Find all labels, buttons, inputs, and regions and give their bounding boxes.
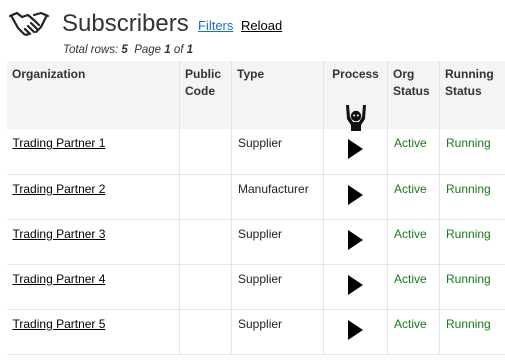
- column-header-public-code[interactable]: Public Code: [179, 61, 232, 129]
- running-status-cell: Running: [439, 264, 505, 310]
- process-cell: [323, 129, 388, 175]
- organization-cell: Trading Partner 2: [6, 174, 180, 220]
- table-row: Trading Partner 5 Supplier Active Runnin…: [6, 309, 505, 355]
- page-label: Page: [134, 44, 162, 56]
- organization-link[interactable]: Trading Partner 5: [13, 317, 106, 331]
- process-cell: [323, 309, 388, 355]
- filters-link[interactable]: Filters: [198, 18, 233, 33]
- running-status-cell: Running: [439, 309, 505, 355]
- process-cell: [323, 219, 388, 265]
- public-code-cell: [179, 129, 232, 175]
- table-row: Trading Partner 1 Supplier Active Runnin…: [6, 129, 505, 175]
- column-header-process-label: Process: [332, 67, 379, 81]
- page-title: Subscribers: [62, 10, 189, 37]
- column-header-running-status[interactable]: Running Status: [439, 61, 505, 129]
- column-header-org-status[interactable]: Org Status: [387, 61, 440, 129]
- subscribers-table: Organization Public Code Type Process Or…: [6, 61, 505, 355]
- person-hands-up-icon: [345, 105, 366, 131]
- process-cell: [323, 174, 388, 220]
- organization-link[interactable]: Trading Partner 2: [13, 182, 106, 196]
- total-rows-value: 5: [121, 44, 128, 56]
- reload-link[interactable]: Reload: [241, 18, 282, 33]
- table-row: Trading Partner 3 Supplier Active Runnin…: [6, 219, 505, 265]
- page-header: Subscribers Filters Reload: [8, 6, 498, 46]
- play-icon[interactable]: [348, 274, 363, 295]
- play-icon[interactable]: [348, 184, 363, 205]
- type-cell: Supplier: [231, 264, 324, 310]
- public-code-cell: [179, 219, 232, 265]
- organization-link[interactable]: Trading Partner 1: [13, 136, 106, 150]
- table-header-row: Organization Public Code Type Process Or…: [6, 61, 505, 131]
- running-status-cell: Running: [439, 129, 505, 175]
- page-total: 1: [186, 44, 194, 56]
- organization-cell: Trading Partner 5: [6, 309, 180, 355]
- org-status-cell: Active: [387, 264, 440, 310]
- play-icon[interactable]: [348, 139, 363, 159]
- process-cell: [323, 264, 388, 310]
- type-cell: Supplier: [231, 309, 324, 355]
- total-rows-label: Total rows:: [63, 44, 119, 56]
- page-of-label: of: [173, 44, 184, 56]
- subscribers-page: Subscribers Filters Reload Total rows: 5…: [0, 0, 505, 361]
- handshake-icon: [8, 11, 50, 36]
- table-row: Trading Partner 4 Supplier Active Runnin…: [6, 264, 505, 310]
- table-row: Trading Partner 2 Manufacturer Active Ru…: [6, 174, 505, 220]
- type-cell: Supplier: [231, 219, 324, 265]
- running-status-cell: Running: [439, 219, 505, 265]
- org-status-cell: Active: [387, 219, 440, 265]
- org-status-cell: Active: [387, 129, 440, 175]
- play-icon[interactable]: [348, 319, 363, 340]
- organization-cell: Trading Partner 1: [6, 129, 180, 175]
- column-header-process: Process: [323, 61, 388, 131]
- pagination-summary: Total rows: 5 Page 1 of 1: [63, 44, 193, 56]
- column-header-organization[interactable]: Organization: [6, 61, 180, 129]
- org-status-cell: Active: [387, 174, 440, 220]
- type-cell: Supplier: [231, 129, 324, 175]
- running-status-cell: Running: [439, 174, 505, 220]
- public-code-cell: [179, 309, 232, 355]
- organization-link[interactable]: Trading Partner 3: [13, 227, 106, 241]
- column-header-type[interactable]: Type: [231, 61, 324, 129]
- play-icon[interactable]: [348, 229, 363, 250]
- type-cell: Manufacturer: [231, 174, 324, 220]
- organization-cell: Trading Partner 3: [6, 219, 180, 265]
- public-code-cell: [179, 174, 232, 220]
- page-current: 1: [164, 44, 171, 56]
- organization-link[interactable]: Trading Partner 4: [13, 272, 106, 286]
- org-status-cell: Active: [387, 309, 440, 355]
- public-code-cell: [179, 264, 232, 310]
- organization-cell: Trading Partner 4: [6, 264, 180, 310]
